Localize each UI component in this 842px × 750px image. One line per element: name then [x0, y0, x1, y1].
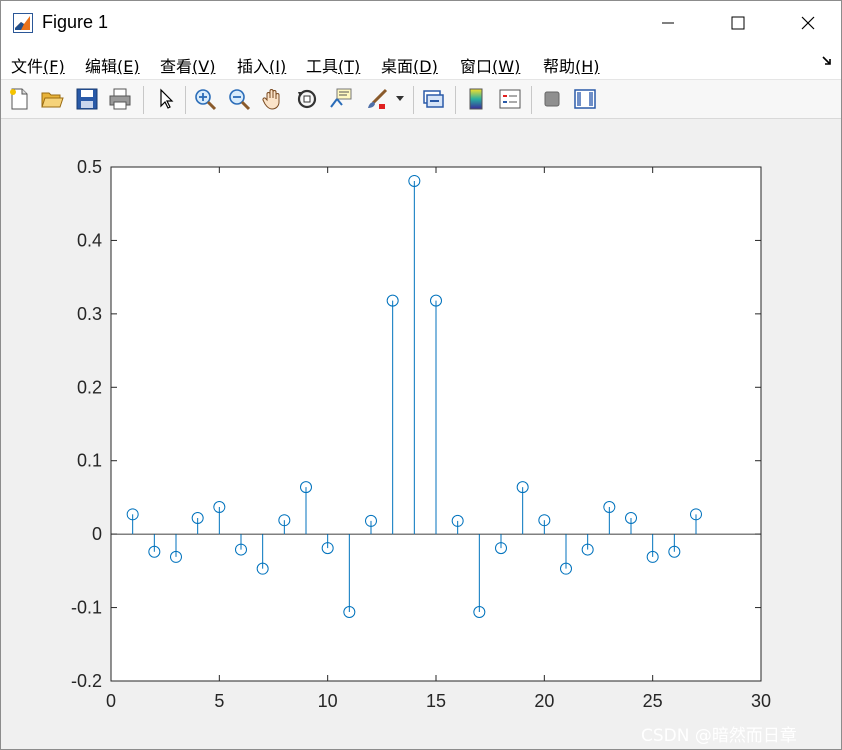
brush-icon [368, 88, 388, 109]
hide-plot-tools-icon [544, 91, 560, 107]
maximize-icon [731, 16, 745, 30]
x-tick-label: 20 [534, 691, 554, 711]
x-tick-label: 0 [106, 691, 116, 711]
save-icon [76, 88, 98, 110]
y-tick-label: 0.4 [77, 230, 102, 250]
watermark-text: CSDN @暗然而日章 [641, 726, 797, 746]
pan-button[interactable] [259, 85, 287, 113]
menu-file[interactable]: 文件(F) [11, 53, 65, 77]
figure-toolbar [1, 79, 841, 119]
y-tick-label: 0.2 [77, 377, 102, 397]
pointer-button[interactable] [152, 85, 180, 113]
colorbar-icon [469, 88, 483, 110]
new-figure-icon [10, 88, 28, 110]
y-tick-label: 0 [92, 524, 102, 544]
menu-edit-label: 编辑 [85, 57, 118, 76]
y-tick-label: -0.2 [71, 671, 102, 691]
show-plot-tools-button[interactable] [571, 85, 599, 113]
brush-button[interactable] [363, 85, 391, 113]
menu-help-key: (H) [575, 57, 600, 76]
menu-view-label: 查看 [160, 57, 193, 76]
data-cursor-icon [330, 88, 352, 108]
save-button[interactable] [73, 85, 101, 113]
menu-insert-label: 插入 [237, 57, 270, 76]
x-tick-label: 10 [318, 691, 338, 711]
zoom-out-button[interactable] [225, 85, 253, 113]
hide-plot-tools-button[interactable] [538, 85, 566, 113]
menu-bar: 文件(F) 编辑(E) 查看(V) 插入(I) 工具(T) 桌面(D) 窗口(W… [1, 45, 841, 79]
colorbar-button[interactable] [462, 85, 490, 113]
print-button[interactable] [106, 85, 134, 113]
print-icon [109, 88, 131, 110]
menu-window-key: (W) [492, 57, 521, 76]
stem-plot[interactable]: 0 5 10 15 20 25 30 -0.2 -0.1 0 0.1 0.2 0.3 0.4 0.5 [1, 119, 841, 749]
y-tick-label: 0.5 [77, 157, 102, 177]
menu-tools[interactable]: 工具(T) [306, 53, 360, 77]
menu-insert-key: (I) [269, 57, 287, 76]
menu-tools-label: 工具 [306, 57, 339, 76]
menu-desktop[interactable]: 桌面(D) [381, 53, 438, 77]
x-tick-label: 5 [214, 691, 224, 711]
minimize-icon [662, 22, 674, 24]
chevron-down-icon [396, 96, 404, 101]
menu-tools-key: (T) [338, 57, 361, 76]
menu-insert[interactable]: 插入(I) [237, 53, 286, 77]
menu-edit[interactable]: 编辑(E) [85, 53, 140, 77]
x-tick-label: 30 [751, 691, 771, 711]
zoom-in-icon [195, 89, 217, 111]
y-tick-label: 0.1 [77, 451, 102, 471]
zoom-out-icon [229, 89, 251, 111]
window-title: Figure 1 [42, 12, 109, 32]
menu-help-label: 帮助 [543, 57, 576, 76]
toolbar-separator [531, 86, 532, 114]
menu-file-key: (F) [43, 57, 65, 76]
new-figure-button[interactable] [5, 85, 33, 113]
figure-canvas: 0 5 10 15 20 25 30 -0.2 -0.1 0 0.1 0.2 0.3 0.4 0.5 [1, 119, 841, 749]
menu-file-label: 文件 [11, 57, 44, 76]
pointer-icon [160, 88, 174, 109]
pan-icon [262, 89, 280, 110]
toolbar-separator [413, 86, 414, 114]
close-button[interactable] [785, 1, 831, 45]
menu-window[interactable]: 窗口(W) [460, 53, 520, 77]
show-plot-tools-icon [574, 89, 596, 109]
menu-desktop-label: 桌面 [381, 57, 414, 76]
legend-icon [499, 89, 521, 109]
menu-desktop-key: (D) [413, 57, 438, 76]
maximize-button[interactable] [715, 1, 761, 45]
toolbar-separator [455, 86, 456, 114]
menu-window-label: 窗口 [460, 57, 493, 76]
legend-button[interactable] [496, 85, 524, 113]
menu-view-key: (V) [192, 57, 216, 76]
toolbar-separator [185, 86, 186, 114]
x-tick-label: 25 [643, 691, 663, 711]
close-icon [801, 16, 815, 30]
y-tick-label: -0.1 [71, 598, 102, 618]
zoom-in-button[interactable] [191, 85, 219, 113]
matlab-icon [13, 13, 33, 33]
toolbar-separator [143, 86, 144, 114]
x-tick-label: 15 [426, 691, 446, 711]
brush-dropdown[interactable] [393, 85, 407, 113]
link-plot-icon [423, 90, 444, 108]
title-bar[interactable]: Figure 1 [1, 1, 841, 45]
dock-arrow-icon[interactable] [821, 55, 833, 67]
y-tick-label: 0.3 [77, 304, 102, 324]
menu-view[interactable]: 查看(V) [160, 53, 215, 77]
data-cursor-button[interactable] [327, 85, 355, 113]
rotate-3d-button[interactable] [293, 85, 321, 113]
menu-help[interactable]: 帮助(H) [543, 53, 600, 77]
figure-window: Figure 1 文件(F) 编辑(E) 查看(V) 插入(I) 工具(T) 桌… [0, 0, 842, 750]
open-file-button[interactable] [38, 85, 66, 113]
menu-edit-key: (E) [117, 57, 140, 76]
minimize-button[interactable] [645, 1, 691, 45]
open-file-icon [41, 92, 64, 108]
rotate-3d-icon [297, 89, 317, 109]
link-plot-button[interactable] [419, 85, 447, 113]
